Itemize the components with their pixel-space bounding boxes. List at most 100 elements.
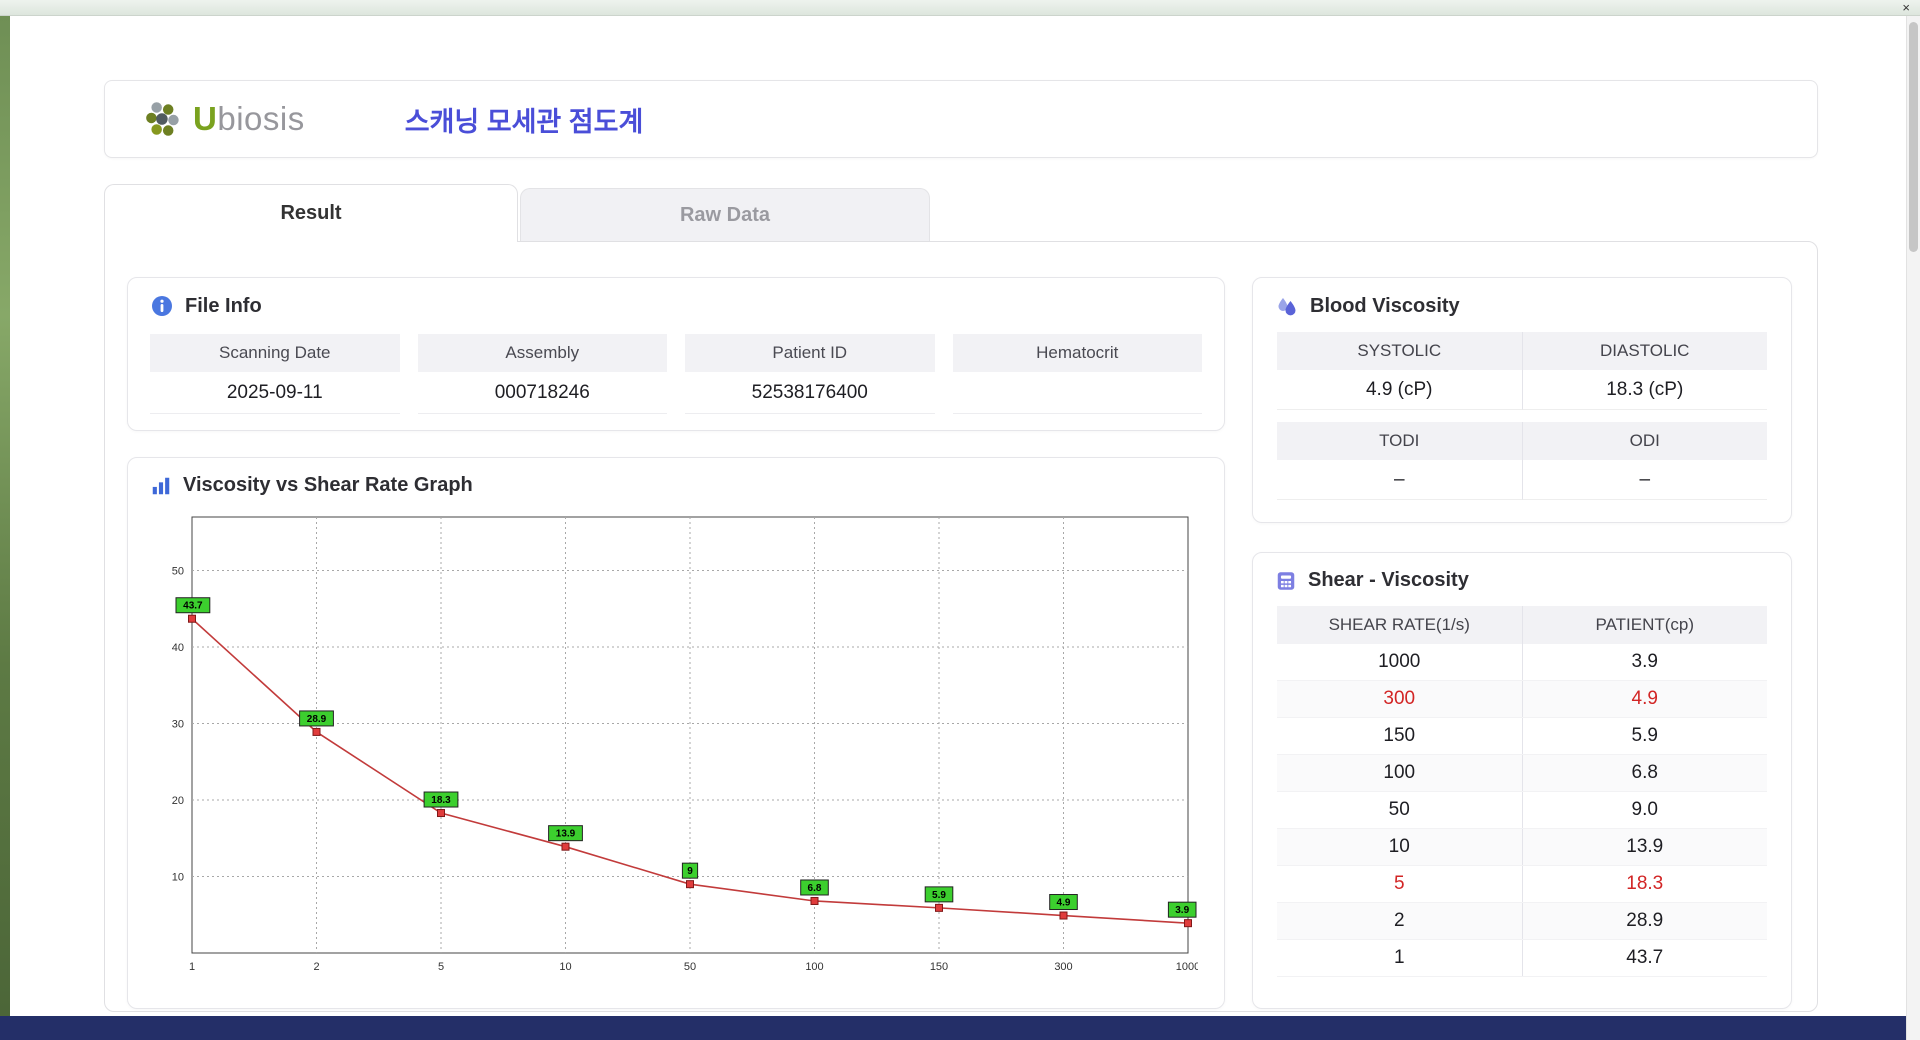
shear-table-header: SHEAR RATE(1/s) PATIENT(cp) bbox=[1277, 606, 1767, 644]
patient-viscosity-value: 3.9 bbox=[1521, 644, 1768, 680]
graph-header: Viscosity vs Shear Rate Graph bbox=[128, 458, 1224, 507]
logo-text-rest: biosis bbox=[217, 100, 305, 137]
svg-text:20: 20 bbox=[172, 795, 184, 807]
svg-text:2: 2 bbox=[313, 961, 319, 973]
svg-text:43.7: 43.7 bbox=[183, 601, 203, 612]
col-patient: PATIENT(cp) bbox=[1521, 606, 1767, 644]
table-row: 10 13.9 bbox=[1277, 829, 1767, 866]
table-row: 300 4.9 bbox=[1277, 681, 1767, 718]
info-icon bbox=[152, 296, 172, 316]
svg-text:40: 40 bbox=[172, 642, 184, 654]
viscosity-chart: 10 20 30 40 50 1 2 5 10 50 100 150 300 1000 43.7 28.9 18… bbox=[172, 516, 1200, 973]
grape-cluster-icon bbox=[146, 102, 179, 136]
app-window: Ubiosis 스캐닝 모세관 점도계 Result Raw Data File… bbox=[10, 16, 1906, 1016]
app-header: Ubiosis 스캐닝 모세관 점도계 bbox=[104, 80, 1818, 158]
bar-chart-icon bbox=[152, 477, 170, 494]
field-assembly: Assembly 000718246 bbox=[417, 334, 667, 414]
result-panel: File Info Scanning Date 2025-09-11 Assem… bbox=[104, 241, 1818, 1012]
svg-text:150: 150 bbox=[930, 961, 948, 973]
patient-viscosity-value: 4.9 bbox=[1521, 681, 1768, 717]
viscosity-graph-card: Viscosity vs Shear Rate Graph 10 20 30 40 50… bbox=[127, 457, 1225, 1009]
svg-text:18.3: 18.3 bbox=[431, 795, 451, 806]
field-value: 2025-09-11 bbox=[150, 372, 400, 414]
svg-text:100: 100 bbox=[805, 961, 823, 973]
blood-viscosity-card: Blood Viscosity SYSTOLIC DIASTOLIC 4.9 (… bbox=[1252, 277, 1792, 523]
scrollbar-thumb[interactable] bbox=[1909, 22, 1918, 252]
svg-text:1: 1 bbox=[189, 961, 195, 973]
svg-text:30: 30 bbox=[172, 719, 184, 731]
svg-text:300: 300 bbox=[1054, 961, 1072, 973]
table-row: 2 28.9 bbox=[1277, 903, 1767, 940]
svg-text:9: 9 bbox=[687, 866, 693, 877]
patient-viscosity-value: 28.9 bbox=[1521, 903, 1768, 939]
field-label: Scanning Date bbox=[150, 334, 400, 372]
field-label: Hematocrit bbox=[952, 334, 1202, 372]
shear-viscosity-table: SHEAR RATE(1/s) PATIENT(cp) 1000 3.9 300… bbox=[1277, 606, 1767, 977]
svg-text:5.9: 5.9 bbox=[932, 890, 946, 901]
diastolic-value: 18.3 (cP) bbox=[1521, 370, 1767, 410]
desktop: × Ubiosis 스캐닝 모세관 점도계 Result Raw Data Fi… bbox=[0, 0, 1920, 1040]
file-info-fields: Scanning Date 2025-09-11 Assembly 000718… bbox=[128, 328, 1224, 414]
desktop-background-sliver bbox=[0, 16, 10, 1016]
field-label: Patient ID bbox=[685, 334, 935, 372]
col-shear-rate: SHEAR RATE(1/s) bbox=[1277, 606, 1522, 644]
table-row: 5 18.3 bbox=[1277, 866, 1767, 903]
logo-wordmark: Ubiosis bbox=[193, 100, 305, 138]
svg-text:50: 50 bbox=[172, 566, 184, 578]
field-value: 000718246 bbox=[417, 372, 667, 414]
bv-col-todi: TODI bbox=[1277, 422, 1522, 460]
shear-rate-value: 300 bbox=[1383, 688, 1416, 709]
field-hematocrit: Hematocrit bbox=[952, 334, 1202, 414]
shear-rate-value: 150 bbox=[1383, 725, 1416, 746]
blood-viscosity-table: SYSTOLIC DIASTOLIC 4.9 (cP) 18.3 (cP) TO… bbox=[1277, 332, 1767, 500]
window-scrollbar[interactable] bbox=[1906, 16, 1920, 1040]
svg-text:3.9: 3.9 bbox=[1175, 905, 1189, 916]
logo-text-u: U bbox=[193, 100, 218, 137]
table-row: 1 43.7 bbox=[1277, 940, 1767, 977]
shear-table-body: 1000 3.9 300 4.9 150 5.9 100 6.8 50 9.0 … bbox=[1277, 644, 1767, 977]
bv-col-odi: ODI bbox=[1521, 422, 1767, 460]
table-row: 1000 3.9 bbox=[1277, 644, 1767, 681]
todi-value: – bbox=[1277, 460, 1522, 500]
patient-viscosity-value: 43.7 bbox=[1521, 940, 1768, 976]
shear-viscosity-card: Shear - Viscosity SHEAR RATE(1/s) PATIEN… bbox=[1252, 552, 1792, 1009]
table-row: 50 9.0 bbox=[1277, 792, 1767, 829]
svg-text:10: 10 bbox=[172, 872, 184, 884]
taskbar[interactable] bbox=[0, 1016, 1906, 1040]
shear-viscosity-header: Shear - Viscosity bbox=[1253, 553, 1791, 602]
patient-viscosity-value: 6.8 bbox=[1521, 755, 1768, 791]
window-close-button[interactable]: × bbox=[1902, 0, 1910, 16]
field-patient-id: Patient ID 52538176400 bbox=[685, 334, 935, 414]
file-info-header: File Info bbox=[128, 278, 1224, 328]
systolic-value: 4.9 (cP) bbox=[1277, 370, 1522, 410]
app-title: 스캐닝 모세관 점도계 bbox=[404, 106, 644, 137]
ubiosis-logo: Ubiosis bbox=[143, 98, 305, 140]
file-info-title: File Info bbox=[185, 294, 262, 317]
field-value: 52538176400 bbox=[685, 372, 935, 414]
blood-viscosity-header: Blood Viscosity bbox=[1253, 278, 1791, 328]
shear-viscosity-title: Shear - Viscosity bbox=[1308, 569, 1469, 591]
shear-rate-value: 5 bbox=[1393, 873, 1405, 894]
svg-text:13.9: 13.9 bbox=[556, 829, 576, 840]
tab-raw-data[interactable]: Raw Data bbox=[520, 188, 930, 241]
shear-rate-value: 2 bbox=[1393, 910, 1405, 931]
bv-value-row: – – bbox=[1277, 460, 1767, 500]
chart-area: 10 20 30 40 50 1 2 5 10 50 100 150 300 1000 43.7 28.9 18… bbox=[128, 507, 1224, 997]
svg-text:6.8: 6.8 bbox=[808, 883, 822, 894]
svg-text:5: 5 bbox=[438, 961, 444, 973]
calculator-icon bbox=[1277, 571, 1295, 590]
field-value bbox=[952, 372, 1202, 414]
shear-rate-value: 10 bbox=[1388, 836, 1410, 857]
bv-header-row: SYSTOLIC DIASTOLIC bbox=[1277, 332, 1767, 370]
graph-title: Viscosity vs Shear Rate Graph bbox=[183, 474, 473, 496]
shear-rate-value: 1 bbox=[1393, 947, 1405, 968]
patient-viscosity-value: 13.9 bbox=[1521, 829, 1768, 865]
patient-viscosity-value: 18.3 bbox=[1521, 866, 1768, 902]
tab-result[interactable]: Result bbox=[104, 184, 518, 242]
field-scanning-date: Scanning Date 2025-09-11 bbox=[150, 334, 400, 414]
table-row: 150 5.9 bbox=[1277, 718, 1767, 755]
shear-rate-value: 50 bbox=[1388, 799, 1410, 820]
odi-value: – bbox=[1521, 460, 1767, 500]
bv-col-diastolic: DIASTOLIC bbox=[1521, 332, 1767, 370]
svg-text:50: 50 bbox=[684, 961, 696, 973]
